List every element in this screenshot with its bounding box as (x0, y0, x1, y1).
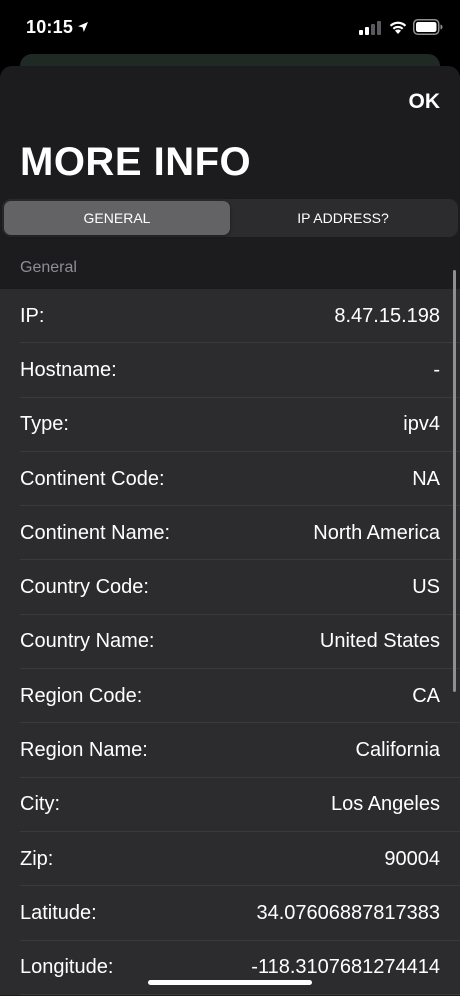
row-hostname: Hostname: - (0, 343, 460, 398)
row-country-name: Country Name: United States (0, 615, 460, 670)
row-label: Country Name: (20, 630, 155, 653)
more-info-sheet: OK MORE INFO GENERAL IP ADDRESS? General… (0, 66, 460, 996)
row-label: IP: (20, 304, 45, 327)
status-time: 10:15 (26, 17, 74, 37)
home-indicator[interactable] (148, 980, 312, 985)
status-bar: 10:15 (0, 0, 460, 56)
row-region-code: Region Code: CA (0, 669, 460, 724)
row-value: Los Angeles (331, 793, 440, 816)
row-value: ipv4 (403, 413, 440, 436)
segmented-control: GENERAL IP ADDRESS? (2, 199, 458, 237)
row-label: Latitude: (20, 901, 97, 924)
screen: 10:15 OK MORE INFO GENERAL IP ADDRESS? G… (0, 0, 460, 996)
location-arrow-icon (78, 22, 88, 32)
row-country-code: Country Code: US (0, 560, 460, 616)
row-value: 34.07606887817383 (256, 901, 440, 924)
vertical-scrollbar[interactable] (453, 270, 456, 692)
row-label: Type: (20, 413, 69, 436)
row-city: City: Los Angeles (0, 778, 460, 833)
row-label: Region Name: (20, 739, 148, 762)
row-continent-code: Continent Code: NA (0, 452, 460, 507)
row-ip: IP: 8.47.15.198 (0, 289, 460, 344)
row-zip: Zip: 90004 (0, 832, 460, 887)
wifi-icon (389, 21, 407, 34)
row-latitude: Latitude: 34.07606887817383 (0, 886, 460, 941)
row-value: 90004 (384, 847, 440, 870)
row-value: United States (319, 630, 440, 653)
row-value: US (412, 576, 440, 599)
row-type: Type: ipv4 (0, 398, 460, 453)
row-value: North America (313, 521, 440, 544)
row-label: City: (20, 793, 60, 816)
section-header: General (20, 259, 77, 276)
row-region-name: Region Name: California (0, 723, 460, 778)
row-label: Continent Name: (20, 521, 171, 544)
row-value: 8.47.15.198 (334, 304, 440, 327)
tab-general[interactable]: GENERAL (4, 201, 230, 235)
row-longitude: Longitude: -118.3107681274414 (0, 941, 460, 996)
row-value: - (433, 358, 440, 381)
row-label: Country Code: (20, 576, 149, 599)
row-label: Region Code: (20, 684, 143, 707)
row-value: NA (412, 467, 440, 490)
row-continent-name: Continent Name: North America (0, 506, 460, 561)
row-value: -118.3107681274414 (251, 956, 440, 979)
row-label: Continent Code: (20, 467, 165, 490)
tab-ip-address[interactable]: IP ADDRESS? (230, 201, 456, 235)
page-title: MORE INFO (20, 140, 252, 184)
battery-icon (413, 19, 443, 35)
cellular-signal-icon (359, 21, 381, 35)
row-label: Hostname: (20, 358, 117, 381)
row-value: CA (412, 684, 440, 707)
ok-button[interactable]: OK (409, 90, 441, 114)
info-list: IP: 8.47.15.198 Hostname: - Type: ipv4 C… (0, 289, 460, 996)
row-label: Zip: (20, 847, 54, 870)
row-label: Longitude: (20, 956, 114, 979)
row-value: California (355, 739, 440, 762)
